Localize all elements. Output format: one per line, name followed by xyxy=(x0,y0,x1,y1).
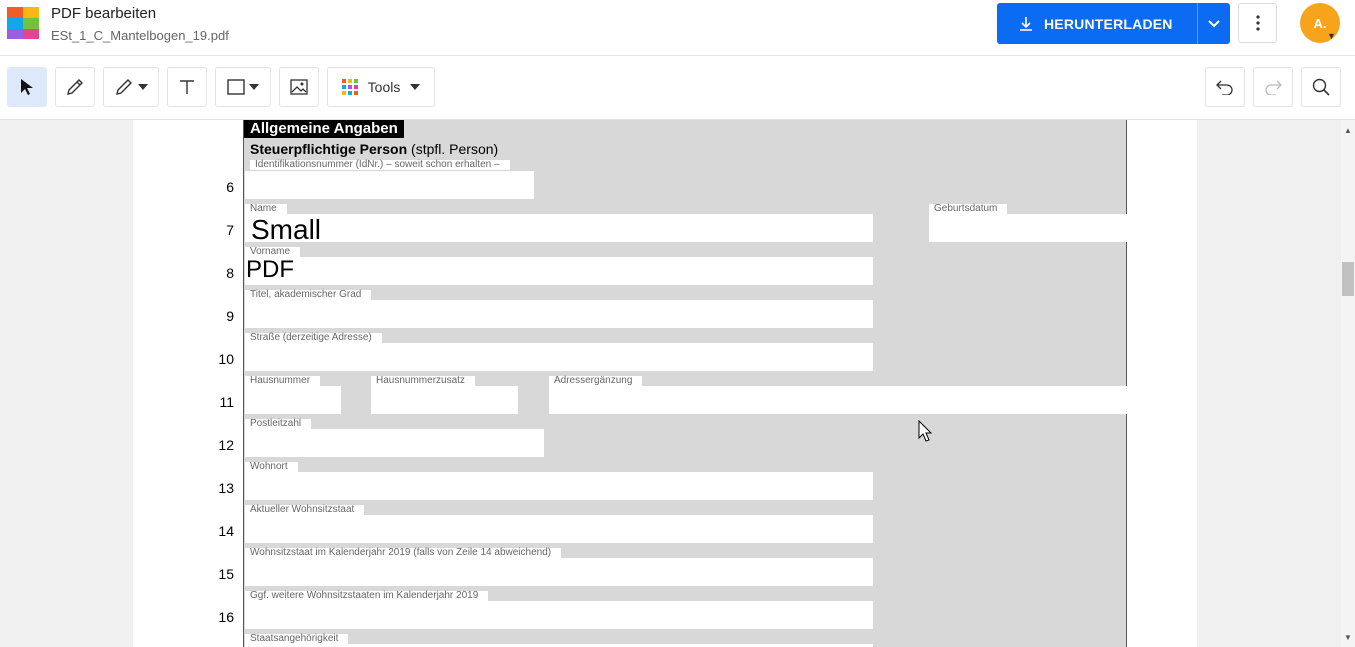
download-label: HERUNTERLADEN xyxy=(1044,15,1173,32)
shape-tool-button[interactable] xyxy=(215,67,271,107)
redo-button[interactable] xyxy=(1253,67,1293,107)
download-button[interactable]: HERUNTERLADEN xyxy=(997,3,1197,44)
tools-grid-icon xyxy=(341,79,358,95)
pencil-tool-button[interactable] xyxy=(55,67,95,107)
firstname-value: PDF xyxy=(246,256,294,283)
vertical-scrollbar[interactable]: ▲ ▼ xyxy=(1341,120,1355,647)
scroll-up-icon[interactable]: ▲ xyxy=(1344,126,1352,135)
row-number: 12 xyxy=(218,437,234,453)
tools-label: Tools xyxy=(367,79,401,95)
field-label: Name xyxy=(245,204,287,214)
birthdate-field[interactable] xyxy=(929,214,1127,242)
file-name: ESt_1_C_Mantelbogen_19.pdf xyxy=(51,28,229,43)
top-header: PDF bearbeiten ESt_1_C_Mantelbogen_19.pd… xyxy=(0,0,1355,56)
city-field[interactable] xyxy=(245,472,873,500)
further-residence-field[interactable] xyxy=(245,601,873,629)
idnr-field[interactable] xyxy=(245,171,534,199)
scrollbar-thumb[interactable] xyxy=(1342,262,1354,296)
tools-menu-button[interactable]: Tools xyxy=(327,67,435,107)
residence-country-field[interactable] xyxy=(245,515,873,543)
edit-toolbar: Tools xyxy=(0,56,1355,120)
row-number: 11 xyxy=(219,394,234,410)
row-number: 16 xyxy=(218,609,234,625)
search-button[interactable] xyxy=(1301,67,1341,107)
field-label: Wohnsitzstaat im Kalenderjahr 2019 (fall… xyxy=(245,548,562,558)
chevron-down-icon xyxy=(249,84,259,90)
download-button-group: HERUNTERLADEN xyxy=(997,3,1230,44)
image-tool-button[interactable] xyxy=(279,67,319,107)
name-field[interactable] xyxy=(245,214,873,242)
subsection-rest: (stpfl. Person) xyxy=(407,141,499,157)
select-tool-button[interactable] xyxy=(7,67,47,107)
app-title: PDF bearbeiten xyxy=(51,5,157,22)
highlighter-icon xyxy=(116,79,132,95)
row-number: 9 xyxy=(226,308,234,324)
app-logo[interactable] xyxy=(7,7,39,39)
mouse-cursor-icon xyxy=(918,420,932,442)
field-label: Wohnort xyxy=(245,462,298,472)
chevron-down-icon xyxy=(138,84,148,90)
rectangle-icon xyxy=(227,79,245,95)
firstname-field[interactable] xyxy=(245,257,873,285)
field-label: Identifikationsnummer (IdNr.) – soweit s… xyxy=(250,160,510,170)
download-options-button[interactable] xyxy=(1198,3,1230,44)
field-label: Postleitzahl xyxy=(245,419,312,429)
row-number: 6 xyxy=(226,179,234,195)
field-label: Titel, akademischer Grad xyxy=(245,290,372,300)
subsection-bold: Steuerpflichtige Person xyxy=(250,141,408,157)
field-label: Staatsangehörigkeit xyxy=(245,634,349,644)
row-number: 8 xyxy=(226,265,234,281)
field-label: Ggf. weitere Wohnsitzstaaten im Kalender… xyxy=(245,591,489,601)
title-field[interactable] xyxy=(245,300,873,328)
chevron-down-icon xyxy=(1208,19,1220,27)
residence-2019-field[interactable] xyxy=(245,558,873,586)
row-number: 7 xyxy=(226,222,234,238)
field-label: Hausnummerzusatz xyxy=(371,376,475,386)
row-number: 10 xyxy=(218,351,234,367)
section-title: Allgemeine Angaben xyxy=(244,120,404,138)
field-label: Hausnummer xyxy=(245,376,321,386)
subsection-title: Steuerpflichtige Person (stpfl. Person) xyxy=(250,141,498,157)
search-icon xyxy=(1312,78,1330,96)
row-number: 15 xyxy=(218,566,234,582)
text-tool-button[interactable] xyxy=(167,67,207,107)
housenumber-suffix-field[interactable] xyxy=(371,386,518,414)
pencil-icon xyxy=(67,79,83,95)
row-number: 13 xyxy=(218,480,234,496)
address-addition-field[interactable] xyxy=(549,386,1127,414)
download-icon xyxy=(1020,16,1032,31)
undo-button[interactable] xyxy=(1205,67,1245,107)
pdf-page[interactable]: Allgemeine Angaben Steuerpflichtige Pers… xyxy=(133,120,1197,647)
tax-form: Allgemeine Angaben Steuerpflichtige Pers… xyxy=(218,120,1127,647)
more-vertical-icon xyxy=(1255,15,1260,31)
scroll-down-icon[interactable]: ▼ xyxy=(1344,633,1352,642)
name-value: Small xyxy=(251,214,322,245)
undo-icon xyxy=(1216,80,1233,95)
field-label: Aktueller Wohnsitzstaat xyxy=(245,505,365,515)
field-label: Adressergänzung xyxy=(549,376,643,386)
avatar-caret-icon: ▼ xyxy=(1327,31,1336,41)
housenumber-field[interactable] xyxy=(245,386,341,414)
document-viewport[interactable]: Allgemeine Angaben Steuerpflichtige Pers… xyxy=(0,120,1341,647)
more-options-button[interactable] xyxy=(1238,3,1277,43)
row-number: 14 xyxy=(218,523,234,539)
highlighter-tool-button[interactable] xyxy=(103,67,159,107)
image-icon xyxy=(290,79,308,95)
postcode-field[interactable] xyxy=(245,429,544,457)
text-icon xyxy=(180,80,194,94)
redo-icon xyxy=(1265,80,1282,95)
field-label: Straße (derzeitige Adresse) xyxy=(245,333,382,343)
chevron-down-icon xyxy=(410,84,421,90)
field-label: Geburtsdatum xyxy=(929,204,1008,214)
street-field[interactable] xyxy=(245,343,873,371)
select-arrow-icon xyxy=(21,79,33,95)
